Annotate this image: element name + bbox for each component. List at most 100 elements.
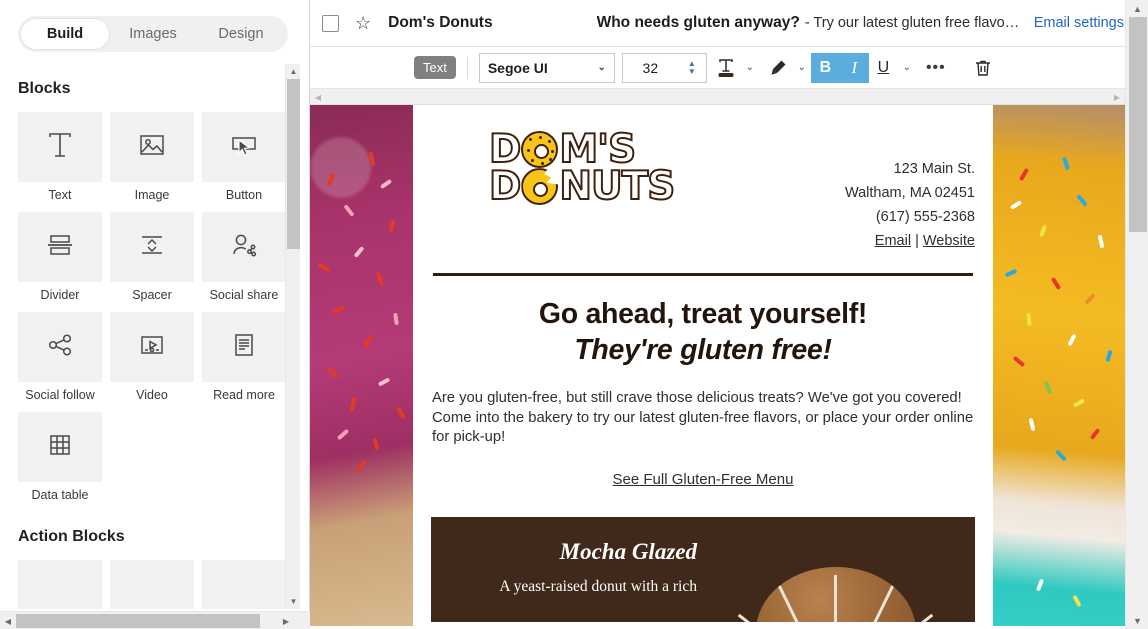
bold-button[interactable]: B bbox=[810, 52, 840, 83]
phone-number: (617) 555-2368 bbox=[875, 209, 975, 225]
block-text-tile[interactable] bbox=[18, 112, 102, 182]
logo-text-oms: M'S bbox=[558, 127, 637, 172]
image-icon bbox=[136, 129, 168, 166]
italic-button[interactable]: I bbox=[839, 52, 869, 83]
tab-design[interactable]: Design bbox=[197, 19, 285, 49]
background-photo-left bbox=[310, 105, 413, 626]
toolbar-separator bbox=[466, 56, 468, 79]
action-block-3-tile[interactable] bbox=[202, 560, 286, 609]
promo-block[interactable]: Mocha Glazed A yeast-raised donut with a… bbox=[431, 516, 975, 622]
full-menu-link[interactable]: See Full Gluten-Free Menu bbox=[613, 471, 794, 488]
element-type-badge[interactable]: Text bbox=[414, 56, 456, 79]
formatting-toolbar: Text Segoe UI ⌄ 32 ▲ ▼ ⌄ ⌄ B I U ⌄ ••• bbox=[310, 47, 1148, 88]
sidebar-tabbar: Build Images Design bbox=[0, 0, 309, 60]
subject-text: Who needs gluten anyway? bbox=[596, 14, 800, 31]
scroll-right-arrow-icon[interactable]: ▶ bbox=[278, 612, 294, 629]
highlight-color-button[interactable] bbox=[763, 53, 793, 83]
action-block-1-tile[interactable] bbox=[18, 560, 102, 609]
block-social-follow-tile[interactable] bbox=[18, 312, 102, 382]
action-block-3[interactable] bbox=[202, 560, 286, 609]
email-body[interactable]: D M'S D NUTS 123 Main St. Waltham, MA 02… bbox=[413, 105, 993, 626]
email-header-bar: ☆ Dom's Donuts Who needs gluten anyway? … bbox=[310, 0, 1148, 47]
sidebar-scroll-thumb[interactable] bbox=[287, 79, 300, 249]
email-link[interactable]: Email bbox=[875, 233, 911, 249]
scroll-down-arrow-icon[interactable]: ▼ bbox=[286, 594, 301, 609]
font-family-select[interactable]: Segoe UI ⌄ bbox=[478, 52, 615, 83]
block-image-tile[interactable] bbox=[110, 112, 194, 182]
logo-line-2: D NUTS bbox=[488, 166, 691, 207]
stepper-down-icon[interactable]: ▼ bbox=[688, 67, 696, 76]
block-image[interactable]: Image bbox=[110, 112, 194, 202]
block-spacer-tile[interactable] bbox=[110, 212, 194, 282]
block-button[interactable]: Button bbox=[202, 112, 286, 202]
chevron-down-icon: ⌄ bbox=[597, 62, 606, 73]
canvas-scroll-right-icon[interactable]: ▶ bbox=[1109, 89, 1125, 105]
block-data-table-tile[interactable] bbox=[18, 412, 102, 482]
delete-button[interactable] bbox=[968, 53, 998, 83]
block-read-more[interactable]: Read more bbox=[202, 312, 286, 402]
font-size-input[interactable]: 32 bbox=[621, 52, 678, 83]
tab-images[interactable]: Images bbox=[109, 19, 197, 49]
tab-build[interactable]: Build bbox=[21, 19, 109, 49]
email-canvas[interactable]: D M'S D NUTS 123 Main St. Waltham, MA 02… bbox=[310, 105, 1125, 626]
contact-block[interactable]: 123 Main St. Waltham, MA 02451 (617) 555… bbox=[845, 131, 975, 253]
scroll-up-arrow-icon[interactable]: ▲ bbox=[286, 64, 301, 79]
background-photo-right bbox=[993, 105, 1125, 626]
promo-title: Mocha Glazed bbox=[559, 538, 697, 564]
editor-pane: ☆ Dom's Donuts Who needs gluten anyway? … bbox=[310, 0, 1148, 629]
block-read-more-tile[interactable] bbox=[202, 312, 286, 382]
text-color-dropdown[interactable]: ⌄ bbox=[741, 53, 759, 83]
email-top-row: D M'S D NUTS 123 Main St. Waltham, MA 02… bbox=[431, 129, 975, 253]
block-social-follow-label: Social follow bbox=[25, 388, 95, 402]
sidebar-vertical-scrollbar[interactable]: ▲ ▼ bbox=[285, 64, 300, 609]
star-icon[interactable]: ☆ bbox=[355, 14, 371, 32]
block-divider[interactable]: Divider bbox=[18, 212, 102, 302]
block-video-label: Video bbox=[136, 388, 168, 402]
block-social-share-tile[interactable] bbox=[202, 212, 286, 282]
block-data-table[interactable]: Data table bbox=[18, 412, 102, 502]
highlight-color-dropdown[interactable]: ⌄ bbox=[793, 53, 811, 83]
font-size-stepper[interactable]: ▲ ▼ bbox=[677, 52, 707, 83]
website-link[interactable]: Website bbox=[923, 233, 975, 249]
text-color-button[interactable] bbox=[711, 53, 741, 83]
highlight-color-icon bbox=[771, 60, 786, 75]
more-options-button[interactable]: ••• bbox=[922, 53, 950, 83]
headline-secondary[interactable]: They're gluten free! bbox=[431, 334, 975, 367]
underline-button[interactable]: U bbox=[869, 53, 898, 83]
read-more-icon bbox=[228, 329, 260, 366]
block-text[interactable]: Text bbox=[18, 112, 102, 202]
menu-link-row: See Full Gluten-Free Menu bbox=[431, 471, 975, 488]
body-paragraph[interactable]: Are you gluten-free, but still crave tho… bbox=[431, 389, 975, 448]
brand-logo[interactable]: D M'S D NUTS bbox=[431, 127, 691, 207]
social-share-icon bbox=[228, 229, 260, 266]
block-button-tile[interactable] bbox=[202, 112, 286, 182]
block-social-share[interactable]: Social share bbox=[202, 212, 286, 302]
sidebar-hscroll-thumb[interactable] bbox=[16, 614, 260, 628]
email-settings-link[interactable]: Email settings bbox=[1034, 15, 1124, 31]
block-spacer[interactable]: Spacer bbox=[110, 212, 194, 302]
action-block-2-tile[interactable] bbox=[110, 560, 194, 609]
canvas-scroll-thumb[interactable] bbox=[1129, 17, 1147, 232]
action-block-1[interactable] bbox=[18, 560, 102, 609]
sidebar-horizontal-scrollbar[interactable]: ◀ ▶ bbox=[0, 611, 310, 629]
canvas-vertical-scrollbar[interactable]: ▲ ▼ bbox=[1125, 0, 1148, 629]
block-divider-tile[interactable] bbox=[18, 212, 102, 282]
canvas-scroll-up-icon[interactable]: ▲ bbox=[1126, 0, 1148, 17]
block-video[interactable]: Video bbox=[110, 312, 194, 402]
video-icon bbox=[136, 329, 168, 366]
promo-description: A yeast-raised donut with a rich bbox=[499, 577, 697, 595]
underline-dropdown[interactable]: ⌄ bbox=[898, 53, 916, 83]
block-video-tile[interactable] bbox=[110, 312, 194, 382]
left-sidebar: Build Images Design Blocks Text Image Bu… bbox=[0, 0, 310, 629]
canvas-scroll-down-icon[interactable]: ▼ bbox=[1126, 612, 1148, 629]
scroll-left-arrow-icon[interactable]: ◀ bbox=[0, 612, 16, 629]
canvas-scroll-left-icon[interactable]: ◀ bbox=[310, 89, 326, 105]
action-block-2[interactable] bbox=[110, 560, 194, 609]
checkbox-icon[interactable] bbox=[322, 14, 339, 32]
logo-d-1: D bbox=[488, 127, 522, 172]
block-data-table-label: Data table bbox=[31, 488, 89, 502]
headline-primary[interactable]: Go ahead, treat yourself! bbox=[431, 298, 975, 331]
canvas-horizontal-scrollbar[interactable]: ◀ ▶ bbox=[310, 88, 1125, 105]
sender-name: Dom's Donuts bbox=[388, 14, 493, 31]
block-social-follow[interactable]: Social follow bbox=[18, 312, 102, 402]
